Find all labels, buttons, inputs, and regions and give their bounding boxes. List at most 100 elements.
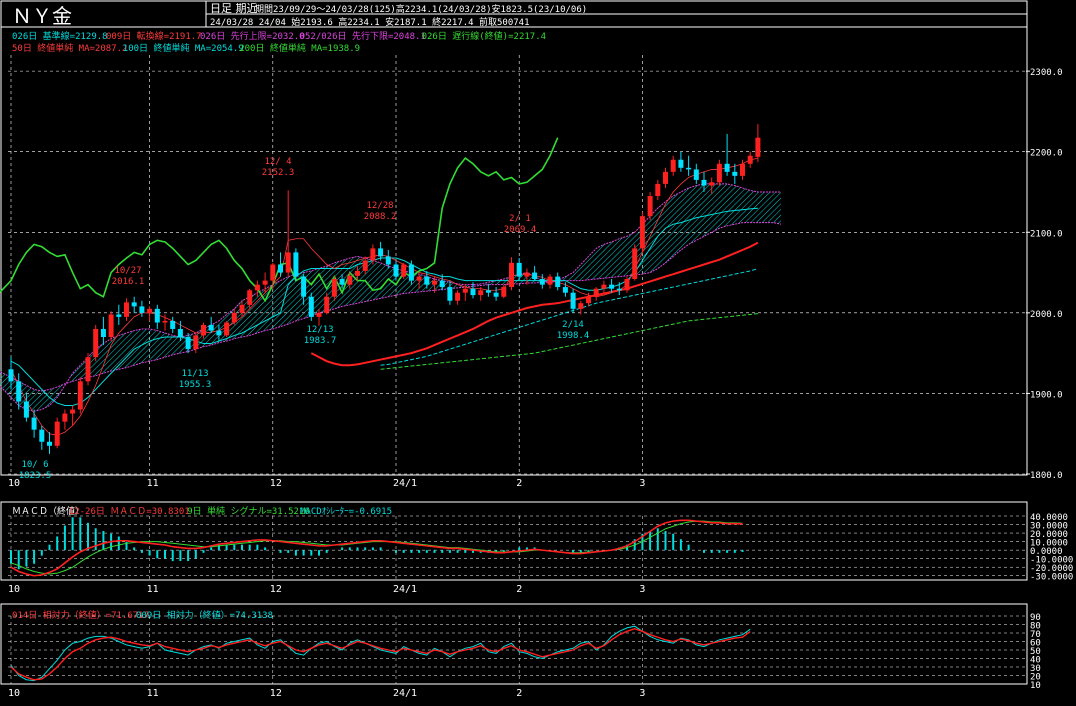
rsi-month-2: 12 [270, 688, 282, 699]
candle-body [54, 421, 60, 446]
candle-body [324, 296, 330, 313]
candle-body [439, 280, 445, 288]
candle-body [270, 264, 276, 281]
candle-body [254, 284, 260, 291]
candle-68 [532, 266, 538, 281]
candle-body [562, 287, 568, 293]
candle-body [578, 303, 584, 309]
macd-ytick-4: 10.0000 [1030, 539, 1068, 549]
candle-body [532, 272, 538, 280]
candle-body [131, 302, 137, 307]
ytick-label-1: 1900.0 [1030, 390, 1063, 400]
macd-month-0: 10 [8, 584, 20, 595]
candle-body [31, 417, 37, 430]
macd-month-2: 12 [270, 584, 282, 595]
candle-body [663, 171, 668, 184]
candle-body [185, 337, 191, 350]
legend-main-4: 026日 遅行線(終値)=2217.4 [422, 30, 546, 42]
candle-body [124, 302, 129, 317]
candle-body [201, 324, 206, 336]
month-label-2: 12 [270, 478, 282, 489]
macd-ytick-0: -30.0000 [1030, 573, 1073, 583]
annotation-date-3: 12/ 4 [264, 157, 291, 167]
ytick-label-4: 2200.0 [1030, 149, 1063, 159]
last-bar-info: 24/03/28 24/04 始2193.6 高2234.1 安2187.1 終… [210, 16, 530, 28]
annotation-date-4: 12/13 [306, 325, 333, 335]
candle-71 [555, 272, 561, 291]
candle-81 [632, 244, 638, 281]
candle-body [85, 357, 91, 382]
macd-ytick-7: 40.0000 [1030, 513, 1068, 523]
candle-body [701, 179, 707, 186]
candle-body [732, 171, 738, 176]
candle-body [39, 429, 45, 442]
macd-ytick-2: -10.0000 [1030, 556, 1073, 566]
rsi-month-5: 3 [639, 688, 645, 699]
candle-24 [193, 332, 199, 354]
candle-64 [501, 284, 507, 299]
ytick-label-2: 2000.0 [1030, 310, 1063, 320]
legend-rsi-1: 009日 相対力（終値）=74.3138 [136, 609, 273, 621]
candle-14 [116, 304, 122, 325]
candle-body [485, 290, 491, 293]
candle-92 [716, 159, 722, 186]
candle-body [393, 264, 399, 277]
candle-39 [308, 292, 314, 321]
candle-body [139, 306, 145, 313]
candle-4 [39, 425, 45, 450]
candle-body [724, 163, 730, 172]
rsi-month-3: 24/1 [393, 688, 417, 699]
macd-ytick-5: 20.0000 [1030, 530, 1068, 540]
candle-body [609, 284, 615, 289]
candle-body [339, 279, 345, 285]
annotation-date-2: 11/13 [181, 369, 208, 379]
candle-body [170, 320, 176, 329]
candle-body [424, 276, 430, 285]
candle-body [478, 290, 484, 296]
rsi-ytick-1: 20 [1030, 673, 1041, 683]
candle-3 [31, 409, 37, 438]
candle-body [216, 330, 222, 336]
candle-87 [678, 151, 684, 172]
candle-51 [401, 262, 407, 280]
annotation-value-3: 2152.3 [262, 168, 295, 178]
macd-signal-line [10, 520, 743, 575]
candle-89 [693, 163, 699, 184]
candle-6 [54, 417, 60, 449]
candle-86 [670, 155, 676, 176]
candle-body [224, 322, 230, 336]
legend-macd-3: MACDｵｼﾚｰﾀｰ=-0.6915 [300, 506, 392, 517]
legend-main-3: 052/026日 先行下限=2048.1 [300, 30, 426, 42]
ma50-line [310, 241, 759, 367]
legend-main-2: 026日 先行上限=2032.0 [200, 30, 305, 42]
candle-11 [93, 324, 99, 362]
candle-body [501, 287, 507, 297]
rsi-ytick-2: 30 [1030, 664, 1041, 674]
macd-ytick-1: -20.0000 [1030, 564, 1073, 574]
candle-body [177, 328, 183, 338]
candle-80 [624, 276, 630, 293]
candle-37 [293, 248, 299, 281]
candle-body [47, 441, 52, 446]
candle-35 [278, 252, 283, 277]
candle-5 [47, 432, 52, 454]
page-title: ＮＹ金 [12, 4, 72, 28]
ytick-label-0: 1800.0 [1030, 471, 1063, 481]
macd-month-5: 3 [639, 584, 645, 595]
rsi-month-0: 10 [8, 688, 20, 699]
candle-body [147, 308, 153, 313]
rsi-ytick-8: 90 [1030, 613, 1041, 623]
candle-body [378, 248, 384, 257]
candle-body [516, 262, 522, 277]
candle-body [154, 308, 160, 323]
range-info: 期間23/09/29～24/03/28(125)高2234.1(24/03/28… [255, 3, 587, 15]
candle-15 [124, 298, 129, 321]
main-frame [0, 0, 1028, 476]
legend-rsi-0: 014日 相対力（終値）=71.6717 [12, 609, 149, 621]
candle-body [447, 287, 453, 301]
month-label-4: 2 [516, 478, 522, 489]
legend-main2-0: 50日 終値単純 MA=2087.2 [12, 42, 127, 54]
candle-body [208, 324, 214, 331]
annotation-value-0: 1823.5 [19, 471, 52, 481]
rsi-ytick-7: 80 [1030, 622, 1041, 632]
